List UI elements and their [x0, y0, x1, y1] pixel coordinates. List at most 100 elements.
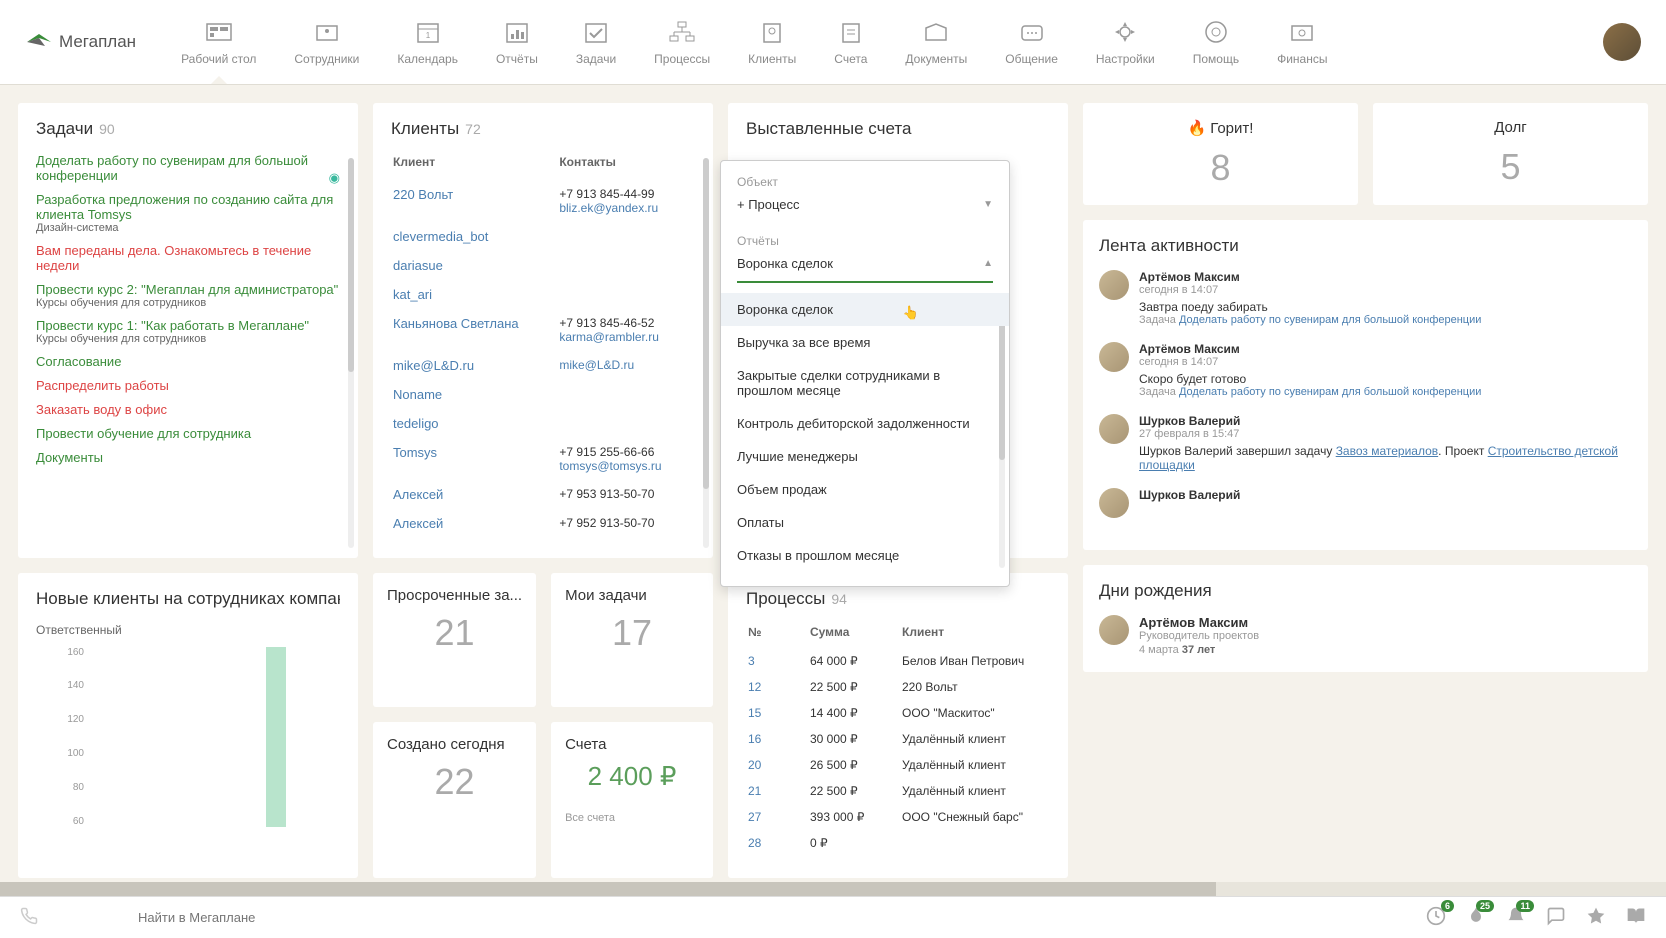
task-item[interactable]: Доделать работу по сувенирам для большой… — [36, 153, 340, 183]
object-select[interactable]: + Процесс ▼ — [737, 193, 993, 222]
process-row[interactable]: 1222 500 ₽220 Вольт — [748, 675, 1048, 699]
nav-icon — [580, 18, 612, 46]
user-avatar[interactable] — [1603, 23, 1641, 61]
chart-subtitle: Ответственный — [36, 623, 340, 637]
client-row[interactable]: tedeligo — [393, 410, 693, 437]
reports-select[interactable]: Воронка сделок ▲ — [737, 252, 993, 283]
bell-icon[interactable]: 11 — [1506, 906, 1526, 929]
activity-item[interactable]: Артёмов Максимсегодня в 14:07Скоро будет… — [1099, 342, 1632, 398]
nav-item-12[interactable]: Финансы — [1277, 18, 1327, 66]
nav-icon: 1 — [412, 18, 444, 46]
dropdown-option[interactable]: Объем продаж — [721, 473, 1009, 506]
report-filter-dropdown: Объект + Процесс ▼ Отчёты Воронка сделок… — [720, 160, 1010, 587]
processes-widget: Процессы 94 № Сумма Клиент 364 000 ₽Бело… — [728, 573, 1068, 878]
nav-icon — [311, 18, 343, 46]
horizontal-scrollbar[interactable] — [0, 882, 1666, 896]
dropdown-option[interactable]: Воронка сделок👆 — [721, 293, 1009, 326]
clock-icon[interactable]: 6 — [1426, 906, 1446, 929]
nav-item-9[interactable]: Общение — [1005, 18, 1058, 66]
nav-icon — [920, 18, 952, 46]
process-row[interactable]: 2122 500 ₽Удалённый клиент — [748, 779, 1048, 803]
client-row[interactable]: mike@L&D.rumike@L&D.ru — [393, 352, 693, 379]
nav-item-3[interactable]: Отчёты — [496, 18, 538, 66]
activity-item[interactable]: Шурков Валерий27 февраля в 15:47Шурков В… — [1099, 414, 1632, 472]
dropdown-option[interactable]: Лучшие менеджеры — [721, 440, 1009, 473]
avatar — [1099, 615, 1129, 645]
task-item[interactable]: Провести обучение для сотрудника — [36, 426, 340, 441]
client-row[interactable]: 220 Вольт+7 913 845-44-99bliz.ek@yandex.… — [393, 181, 693, 221]
nav-item-11[interactable]: Помощь — [1193, 18, 1239, 66]
debt-stat-card[interactable]: Долг 5 — [1373, 103, 1648, 205]
process-row[interactable]: 1514 400 ₽ООО "Маскитос" — [748, 701, 1048, 725]
avatar — [1099, 270, 1129, 300]
avatar — [1099, 414, 1129, 444]
dropdown-option[interactable]: Закрытые сделки сотрудниками в прошлом м… — [721, 359, 1009, 407]
logo-icon — [25, 32, 53, 52]
client-row[interactable]: kat_ari — [393, 281, 693, 308]
dropdown-option[interactable]: Отказы в прошлом месяце — [721, 539, 1009, 572]
task-item[interactable]: Вам переданы дела. Ознакомьтесь в течени… — [36, 243, 340, 273]
nav-item-6[interactable]: Клиенты — [748, 18, 796, 66]
task-item[interactable]: Распределить работы — [36, 378, 340, 393]
col-client: Клиент — [393, 155, 557, 179]
created-card[interactable]: Создано сегодня 22 — [373, 722, 536, 878]
task-item[interactable]: Документы — [36, 450, 340, 465]
cursor-icon: 👆 — [903, 305, 919, 321]
bar-chart: 1601401201008060 — [36, 647, 340, 827]
dropdown-option[interactable]: Оплаты — [721, 506, 1009, 539]
client-row[interactable]: Алексей+7 953 913-50-70 — [393, 481, 693, 508]
task-item[interactable]: Разработка предложения по созданию сайта… — [36, 192, 340, 234]
client-row[interactable]: Noname — [393, 381, 693, 408]
birthday-item[interactable]: Артёмов МаксимРуководитель проектов4 мар… — [1099, 615, 1632, 656]
activity-widget: Лента активности Артёмов Максимсегодня в… — [1083, 220, 1648, 550]
nav-item-7[interactable]: Счета — [834, 18, 867, 66]
nav-item-5[interactable]: Процессы — [654, 18, 710, 66]
activity-item[interactable]: Артёмов Максимсегодня в 14:07Завтра поед… — [1099, 270, 1632, 326]
overdue-card[interactable]: Просроченные за... 21 — [373, 573, 536, 708]
client-row[interactable]: clevermedia_bot — [393, 223, 693, 250]
nav-item-10[interactable]: Настройки — [1096, 18, 1155, 66]
clients-title: Клиенты 72 — [391, 119, 695, 139]
client-row[interactable]: Tomsys+7 915 255-66-66tomsys@tomsys.ru — [393, 439, 693, 479]
nav-icon — [666, 18, 698, 46]
nav-icon — [1016, 18, 1048, 46]
client-row[interactable]: Алексей+7 952 913-50-70 — [393, 510, 693, 537]
scrollbar[interactable] — [999, 297, 1005, 568]
hot-stat-card[interactable]: 🔥Горит! 8 — [1083, 103, 1358, 205]
dropdown-option[interactable]: Контроль дебиторской задолженности — [721, 407, 1009, 440]
global-search-input[interactable] — [138, 910, 1426, 925]
scrollbar[interactable] — [703, 158, 709, 548]
activity-item[interactable]: Шурков Валерий — [1099, 488, 1632, 518]
main-nav: Рабочий стол Сотрудники 1Календарь Отчёты За… — [181, 18, 1583, 66]
process-row[interactable]: 27393 000 ₽ООО "Снежный барс" — [748, 805, 1048, 829]
dropdown-option[interactable]: Выручка за все время — [721, 326, 1009, 359]
accounts-card[interactable]: Счета 2 400 ₽ Все счета — [551, 722, 713, 878]
tasks-title: Задачи 90 — [36, 119, 340, 139]
phone-icon[interactable] — [20, 907, 38, 928]
process-row[interactable]: 280 ₽ — [748, 831, 1048, 855]
client-row[interactable]: Каньянова Светлана+7 913 845-46-52karma@… — [393, 310, 693, 350]
scrollbar[interactable] — [348, 158, 354, 548]
app-logo[interactable]: Мегаплан — [25, 32, 136, 52]
book-icon[interactable] — [1626, 906, 1646, 929]
nav-item-4[interactable]: Задачи — [576, 18, 616, 66]
process-row[interactable]: 2026 500 ₽Удалённый клиент — [748, 753, 1048, 777]
flame-icon[interactable]: 25 — [1466, 906, 1486, 929]
task-item[interactable]: Провести курс 1: "Как работать в Мегапла… — [36, 318, 340, 345]
chat-icon[interactable] — [1546, 906, 1566, 929]
nav-item-1[interactable]: Сотрудники — [294, 18, 359, 66]
logo-text: Мегаплан — [59, 32, 136, 52]
nav-icon — [1200, 18, 1232, 46]
star-icon[interactable] — [1586, 906, 1606, 929]
mytasks-card[interactable]: Мои задачи 17 — [551, 573, 713, 708]
client-row[interactable]: dariasue — [393, 252, 693, 279]
task-item[interactable]: Заказать воду в офис — [36, 402, 340, 417]
task-item[interactable]: Провести курс 2: "Мегаплан для администр… — [36, 282, 340, 309]
chevron-down-icon: ▼ — [983, 199, 993, 210]
nav-item-8[interactable]: Документы — [905, 18, 967, 66]
process-row[interactable]: 1630 000 ₽Удалённый клиент — [748, 727, 1048, 751]
nav-item-0[interactable]: Рабочий стол — [181, 18, 256, 66]
process-row[interactable]: 364 000 ₽Белов Иван Петрович — [748, 649, 1048, 673]
task-item[interactable]: Согласование — [36, 354, 340, 369]
nav-item-2[interactable]: 1Календарь — [397, 18, 458, 66]
